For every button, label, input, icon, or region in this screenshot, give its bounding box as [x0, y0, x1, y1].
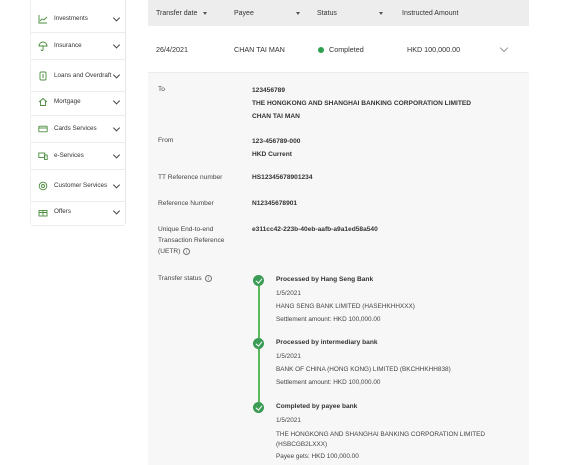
transfer-table-header: Transfer date Payee Status Instructed Am…	[148, 0, 529, 26]
row-transfer-date: 26/4/2021	[156, 44, 188, 54]
step-date: 1/5/2021	[276, 290, 301, 297]
column-header-transfer-date[interactable]: Transfer date	[156, 9, 208, 17]
uetr-label: Unique End-to-end Transaction Reference …	[158, 224, 224, 257]
sidebar-item-label: Mortgage	[54, 98, 81, 105]
tt-reference-number: HS12345678901234	[252, 174, 313, 181]
house-icon	[38, 97, 48, 106]
sidebar-item-label: Insurance	[54, 42, 82, 49]
to-value: 123456789 THE HONGKONG AND SHANGHAI BANK…	[252, 84, 471, 123]
row-payee: CHAN TAI MAN	[234, 44, 285, 54]
sort-caret-icon	[379, 11, 383, 15]
step-amount: Settlement amount: HKD 100,000.00	[276, 379, 381, 386]
sidebar-item-loans[interactable]: Loans and Overdraft	[31, 60, 125, 92]
sidebar-item-label: Cards Services	[54, 125, 97, 132]
chevron-down-icon[interactable]	[499, 43, 509, 53]
step-title: Processed by intermediary bank	[276, 339, 378, 346]
info-icon[interactable]: i	[204, 274, 212, 282]
info-icon[interactable]: i	[183, 247, 191, 255]
sort-caret-icon	[296, 11, 300, 15]
tt-reference-value: HS12345678901234	[252, 171, 313, 184]
column-header-label: Payee	[234, 9, 254, 17]
from-account: 123-456789-000	[252, 138, 301, 145]
step-date: 1/5/2021	[276, 353, 301, 360]
step-amount: Payee gets: HKD 100,000.00	[276, 453, 359, 460]
step-bank: THE HONGKONG AND SHANGHAI BANKING CORPOR…	[276, 431, 486, 438]
sort-caret-icon	[203, 11, 208, 15]
sidebar-item-label: Customer Services	[54, 181, 108, 189]
step-bank: BANK OF CHINA (HONG KONG) LIMITED (BKCHH…	[276, 366, 451, 373]
step-bank-code: (HSBCGB2LXXX)	[276, 441, 328, 448]
chevron-down-icon	[112, 70, 121, 79]
row-amount: HKD 100,000.00	[407, 44, 461, 54]
sidebar-nav: Investments Insurance Loans and Overdraf…	[30, 0, 126, 226]
tt-reference-label: TT Reference number	[158, 174, 223, 181]
uetr-label-line: (UETR)	[158, 248, 181, 255]
umbrella-icon	[38, 41, 48, 51]
sidebar-item-label: Offers	[54, 208, 72, 215]
step-amount: Settlement amount: HKD 100,000.00	[276, 316, 381, 323]
column-header-label: Instructed Amount	[402, 9, 459, 17]
to-name: CHAN TAI MAN	[252, 113, 300, 120]
gift-icon	[38, 210, 48, 217]
column-header-label: Status	[317, 9, 337, 17]
to-bank: THE HONGKONG AND SHANGHAI BANKING CORPOR…	[252, 100, 472, 107]
reference-number-value: N12345678901	[252, 197, 297, 210]
check-circle-icon	[253, 402, 264, 413]
chevron-down-icon	[112, 41, 121, 49]
step-title: Processed by Hang Seng Bank	[276, 276, 374, 283]
chart-icon	[38, 15, 48, 24]
check-circle-icon	[253, 275, 264, 286]
status-completed-icon	[318, 46, 324, 53]
from-label: From	[158, 137, 174, 144]
column-header-payee[interactable]: Payee	[234, 10, 300, 17]
sidebar-item-investments[interactable]: Investments	[31, 6, 125, 33]
sidebar-item-label: Loans and Overdraft	[54, 71, 112, 79]
check-circle-icon	[253, 338, 264, 349]
from-account-type: HKD Current	[252, 151, 292, 158]
to-account: 123456789	[252, 87, 286, 94]
sidebar-item-offers[interactable]: Offers	[31, 199, 125, 226]
card-icon	[38, 125, 48, 133]
chevron-down-icon	[112, 97, 121, 105]
chevron-down-icon	[112, 207, 121, 215]
chevron-down-icon	[112, 151, 121, 159]
sidebar-item-label: e-Services	[54, 152, 84, 159]
uetr-label-line: Unique End-to-end	[158, 226, 214, 233]
row-status: Completed	[318, 45, 364, 54]
to-label: To	[158, 86, 165, 93]
column-header-label: Transfer date	[156, 9, 198, 17]
table-row[interactable]: 26/4/2021 CHAN TAI MAN Completed HKD 100…	[148, 26, 529, 73]
transfer-status-text: Transfer status	[158, 275, 202, 282]
sidebar-item-cards-services[interactable]: Cards Services	[31, 116, 125, 143]
devices-icon	[38, 152, 48, 160]
uetr-label-line: Transaction Reference	[158, 237, 225, 244]
sidebar-item-insurance[interactable]: Insurance	[31, 33, 125, 60]
sidebar-item-e-services[interactable]: e-Services	[31, 143, 125, 170]
uetr-number: e311cc42-223b-40eb-aafb-a9a1ed58a540	[252, 226, 378, 233]
sidebar-item-customer-services[interactable]: Customer Services	[31, 170, 125, 202]
step-date: 1/5/2021	[276, 417, 301, 424]
chevron-down-icon	[112, 14, 121, 22]
reference-number-label: Reference Number	[158, 200, 214, 207]
status-label: Completed	[329, 44, 364, 54]
from-value: 123-456789-000 HKD Current	[252, 135, 300, 161]
support-icon	[38, 181, 48, 190]
step-title: Completed by payee bank	[276, 403, 358, 410]
uetr-value: e311cc42-223b-40eb-aafb-a9a1ed58a540	[252, 223, 378, 236]
chevron-down-icon	[112, 124, 121, 132]
sidebar-item-mortgage[interactable]: Mortgage	[31, 89, 125, 116]
column-header-instructed-amount[interactable]: Instructed Amount	[402, 10, 458, 17]
step-bank: HANG SENG BANK LIMITED (HASEHKHHXXX)	[276, 303, 415, 310]
chevron-down-icon	[112, 180, 121, 189]
timeline-connector	[258, 285, 260, 413]
loan-icon	[39, 71, 47, 80]
transfer-status-label: Transfer status i	[158, 273, 212, 284]
sidebar-item-label: Investments	[54, 15, 88, 22]
transfer-detail-panel: To 123456789 THE HONGKONG AND SHANGHAI B…	[148, 73, 529, 465]
column-header-status[interactable]: Status	[317, 10, 383, 17]
reference-number: N12345678901	[252, 200, 298, 207]
